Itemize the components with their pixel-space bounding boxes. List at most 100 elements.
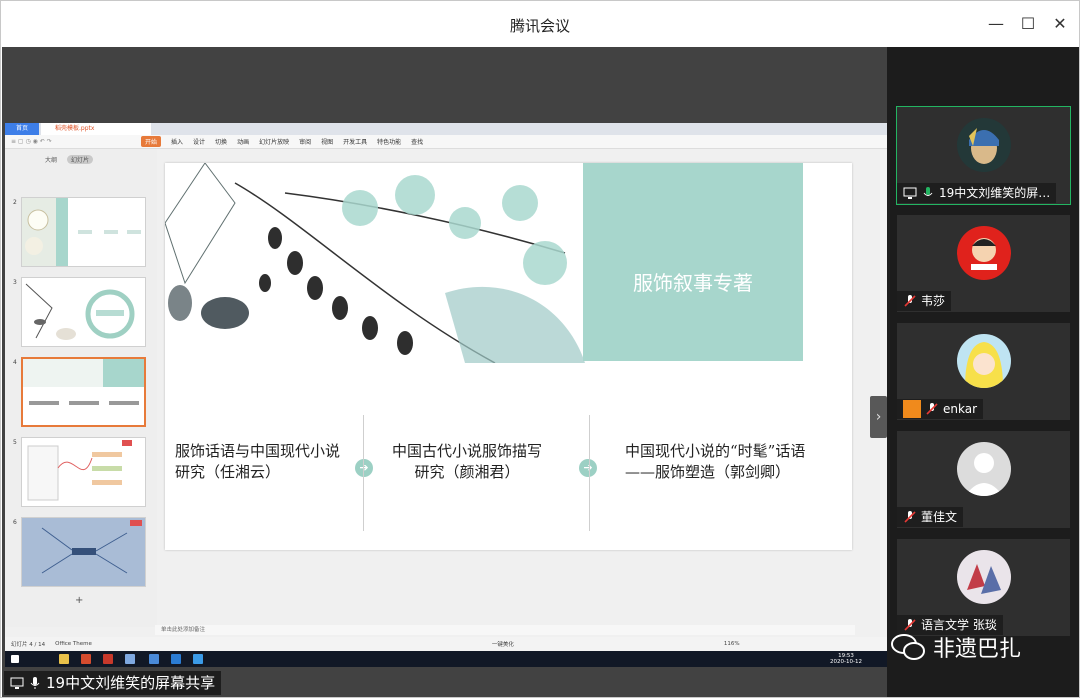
close-button[interactable]: ✕ [1049,13,1071,35]
microphone-muted-icon [904,511,916,523]
panel-tabs: 大纲 幻灯片 [45,155,94,164]
participant-tile[interactable]: 19中文刘维笑的屏… [896,106,1071,205]
book-item-3: 中国现代小说的“时髦”话语——服饰塑造（郭剑卿） [625,442,806,481]
thumbnail-preview-icon [22,198,141,266]
ppt-tab-file[interactable]: 稻壳模板.pptx [41,123,151,135]
thumbnail-preview-icon [22,518,145,586]
participant-name: 19中文刘维笑的屏… [939,186,1051,200]
participant-name-bar: 19中文刘维笑的屏… [897,183,1057,203]
microphone-icon [30,677,40,689]
participant-tile[interactable]: 语言文学 张琰 [897,539,1070,636]
ppt-menu-transition[interactable]: 切换 [215,137,227,146]
ppt-menu-design[interactable]: 设计 [193,137,205,146]
folder-icon[interactable] [59,654,69,664]
thumb-number: 3 [13,279,17,286]
ppt-menu-view[interactable]: 视图 [321,137,333,146]
watermark: 非遗巴扎 [891,631,1021,663]
beautify-button[interactable]: 一键美化 [492,640,514,648]
window-title: 腾讯会议 [509,17,570,35]
column-divider [589,415,590,531]
slide-index: 幻灯片 4 / 14 [11,642,46,648]
ppt-menu-developer[interactable]: 开发工具 [343,137,367,146]
current-slide: 服饰叙事专著 服饰话语与中国现代小说研究（任湘云） ➔ 中国古代小说服饰描写研究… [165,163,852,550]
thumb-number: 2 [13,199,17,206]
slide-title: 服饰叙事专著 [633,271,753,295]
screen-share-area: 首页 稻壳模板.pptx ≡ ▢ ◷ ◉ ↶ ↷ 开始 插入 设计 切换 动画 … [2,47,888,697]
avatar-default-icon [957,442,1011,496]
microphone-active-icon [923,187,933,196]
participant-tile[interactable]: 韦莎 [897,215,1070,312]
ppt-ribbon-menu: ≡ ▢ ◷ ◉ ↶ ↷ 开始 插入 设计 切换 动画 幻灯片放映 审阅 视图 开… [5,135,888,149]
screen-share-icon [10,677,24,689]
slide-thumbnail-current[interactable] [21,357,146,427]
avatar [957,226,1011,280]
ppt-menu-animation[interactable]: 动画 [237,137,249,146]
minimize-button[interactable]: — [985,13,1007,35]
avatar-raincoat-icon [957,334,1011,388]
panel-tab-slides[interactable]: 幻灯片 [67,155,94,164]
ppt-tab-home[interactable]: 首页 [5,123,39,135]
slide-thumbnail[interactable] [21,277,146,347]
title-background [583,163,803,361]
ppt-menu-start[interactable]: 开始 [141,136,162,147]
wechat-icon [891,634,925,660]
slide-thumbnail-panel: 大纲 幻灯片 2 3 4 5 6 + [5,149,157,627]
book-item-2: 中国古代小说服饰描写研究（颜湘君） [391,442,542,481]
ppt-status-bar: 幻灯片 4 / 14 Office Theme 一键美化 116% [5,637,888,651]
app-icon[interactable] [81,654,91,664]
participant-name: 董佳文 [921,510,958,524]
app-icon[interactable] [193,654,203,664]
arrow-right-icon: ➔ [579,459,597,477]
participant-list: 19中文刘维笑的屏… 韦莎 enkar 董佳文 语言文学 张琰 [887,47,1079,697]
slide-thumbnail[interactable] [21,517,146,587]
windows-start-icon[interactable] [11,655,19,663]
participant-name: 韦莎 [921,294,946,308]
thumbnail-preview-icon [27,440,132,501]
ppt-menu-features[interactable]: 特色功能 [377,137,401,146]
participant-tile[interactable]: 董佳文 [897,431,1070,528]
edge-browser-icon[interactable] [171,654,181,664]
avatar [957,442,1011,496]
participant-name: enkar [943,402,978,416]
avatar [957,334,1011,388]
maximize-button[interactable]: ☐ [1017,13,1039,35]
collapse-panel-chevron-icon[interactable]: › [870,396,887,438]
avatar-portrait-icon [957,118,1011,172]
add-slide-button[interactable]: + [75,595,83,606]
participant-tile[interactable]: enkar [897,323,1070,420]
leaves-illustration-icon [165,163,585,363]
windows-taskbar: 19:53 2020-10-12 [5,651,888,667]
ppt-menu-search[interactable]: 查找 [411,137,423,146]
thumb-number: 6 [13,519,17,526]
avatar [957,550,1011,604]
app-icon[interactable] [125,654,135,664]
slide-thumbnail[interactable] [21,197,146,267]
user-icon [903,400,921,418]
ppt-menu-insert[interactable]: 插入 [171,137,183,146]
thumb-number: 5 [13,439,17,446]
ppt-tab-strip: 首页 稻壳模板.pptx [5,123,888,135]
thumbnail-preview-icon [25,283,135,340]
title-bar: 腾讯会议 — ☐ ✕ [1,1,1079,47]
ppt-menu-slideshow[interactable]: 幻灯片放映 [259,137,289,146]
ppt-menu-review[interactable]: 审阅 [299,137,311,146]
panel-tab-outline[interactable]: 大纲 [45,155,57,164]
screen-share-icon [903,187,917,199]
thumbnail-preview-icon [23,359,144,405]
notes-bar[interactable]: 单击此处添加备注 [155,625,855,635]
taskbar-clock: 19:53 2020-10-12 [830,653,862,665]
theme-name: Office Theme [55,641,92,647]
shared-screen: 首页 稻壳模板.pptx ≡ ▢ ◷ ◉ ↶ ↷ 开始 插入 设计 切换 动画 … [5,123,888,667]
office-icon[interactable] [103,654,113,664]
participant-name-bar: enkar [897,399,984,419]
avatar-illustration-icon [957,550,1011,604]
zoom-level[interactable]: 116% [724,641,740,647]
meeting-app-icon[interactable] [149,654,159,664]
slide-thumbnail[interactable] [21,437,146,507]
share-label-text: 19中文刘维笑的屏幕共享 [46,674,216,692]
column-divider [363,415,364,531]
ppt-menu-icons: ≡ ▢ ◷ ◉ ↶ ↷ [11,138,52,145]
thumb-number: 4 [13,359,17,366]
clock-date: 2020-10-12 [830,659,862,665]
avatar-cartoon-icon [957,226,1011,280]
